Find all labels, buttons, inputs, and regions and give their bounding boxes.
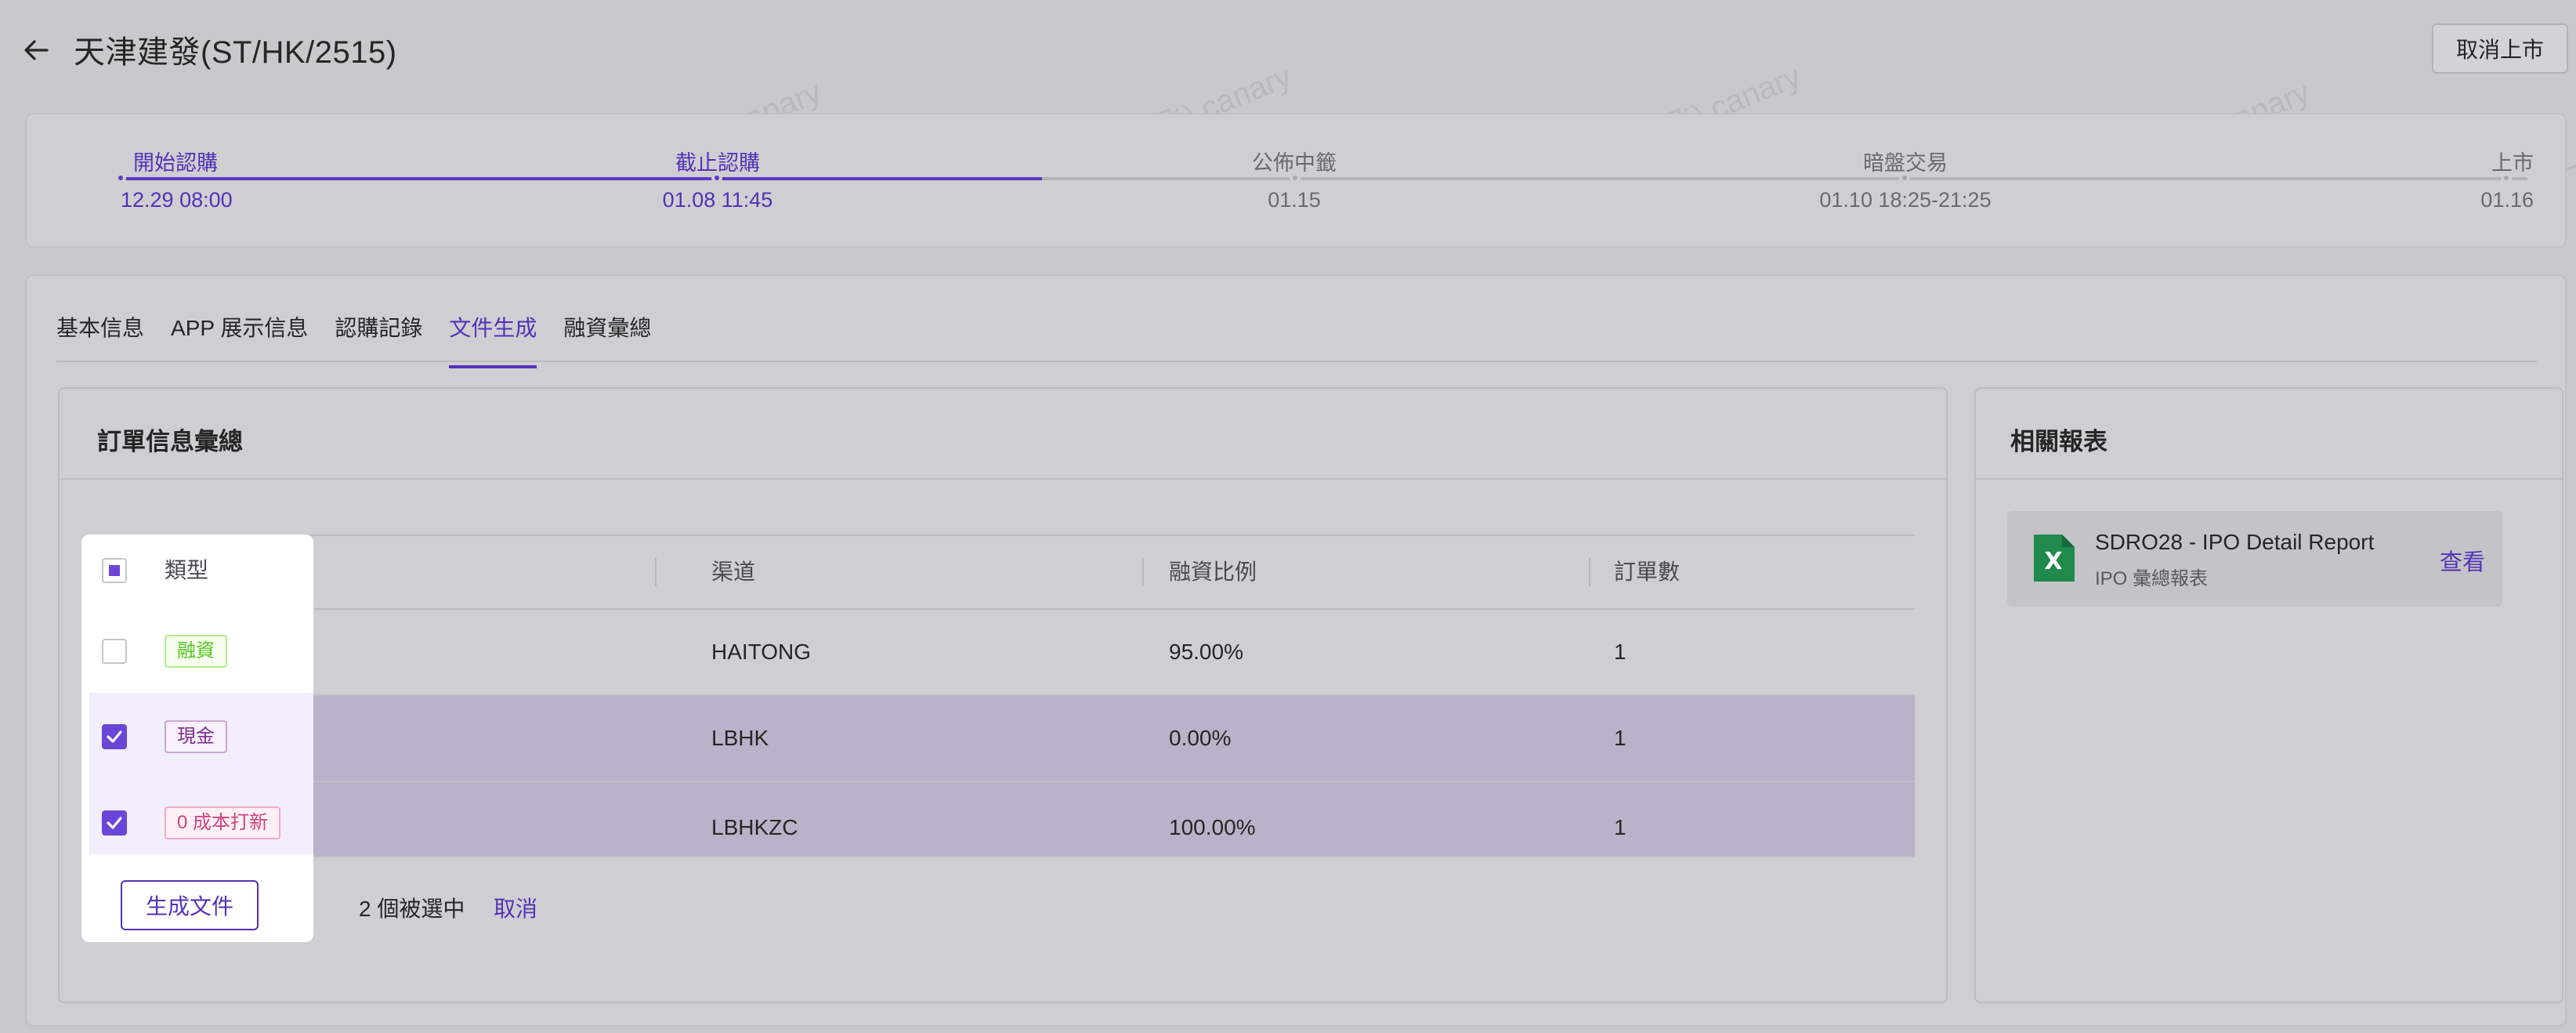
stage-label: 上市 <box>2491 151 2534 175</box>
cell-ratio: 95.00% <box>1169 640 1243 664</box>
orders-table: 類型 渠道 融資比例 訂單數 HAITONG 95.00% 1 LBHK 0.0… <box>89 535 1915 857</box>
ipo-timeline: 開始認購 12.29 08:00 截止認購 01.08 11:45 公佈中籤 0… <box>25 113 2567 248</box>
column-separator <box>1142 558 1144 586</box>
stage-time: 01.15 <box>1268 188 1321 212</box>
column-separator <box>1589 558 1590 586</box>
checkmark-icon <box>107 730 122 743</box>
report-item: X SDRO28 - IPO Detail Report IPO 彙總報表 查看 <box>2007 511 2502 607</box>
selected-count: 2 個被選中 <box>359 897 465 921</box>
panel-title: 相關報表 <box>2010 428 2107 455</box>
panel-title: 訂單信息彙總 <box>97 428 243 455</box>
tab-basic-info[interactable]: 基本信息 <box>56 309 144 368</box>
stage-label: 開始認購 <box>133 151 218 175</box>
cell-count: 1 <box>1614 640 1626 664</box>
select-all-checkbox[interactable] <box>102 558 127 583</box>
svg-text:X: X <box>2044 548 2062 575</box>
table-row[interactable]: LBHK 0.00% 1 <box>89 696 1915 782</box>
row-checkbox[interactable] <box>102 810 127 835</box>
generate-file-button[interactable]: 生成文件 <box>121 880 259 930</box>
orders-summary-panel: 訂單信息彙總 類型 渠道 融資比例 訂單數 HAITONG 95.00% 1 L… <box>58 387 1948 1003</box>
column-header-count: 訂單數 <box>1614 560 1681 584</box>
column-separator <box>655 558 657 586</box>
tab-app-display[interactable]: APP 展示信息 <box>171 309 308 368</box>
unlist-button[interactable]: 取消上市 <box>2432 24 2568 74</box>
type-tag: 0 成本打新 <box>165 806 281 839</box>
cell-count: 1 <box>1614 726 1626 750</box>
stage-label: 公佈中籤 <box>1252 151 1337 175</box>
timeline-pending-line <box>1042 177 2527 180</box>
type-tag: 融資 <box>165 635 227 668</box>
cell-channel: HAITONG <box>711 640 812 664</box>
type-tag: 現金 <box>165 720 227 753</box>
stage-label: 截止認購 <box>675 151 760 175</box>
tab-file-generation[interactable]: 文件生成 <box>449 309 537 368</box>
column-header-ratio: 融資比例 <box>1169 560 1257 584</box>
row-checkbox[interactable] <box>102 724 127 749</box>
checkmark-icon <box>107 817 122 829</box>
table-header: 類型 渠道 融資比例 訂單數 <box>89 535 1915 610</box>
tab-subscription-records[interactable]: 認購記錄 <box>335 309 422 368</box>
panel-divider <box>1976 478 2562 480</box>
back-arrow-icon[interactable] <box>20 34 52 66</box>
table-row[interactable]: LBHKZC 100.00% 1 <box>89 782 1915 857</box>
tab-bar: 基本信息 APP 展示信息 認購記錄 文件生成 融資彙總 <box>56 309 678 372</box>
column-header-type-label: 類型 <box>165 558 209 582</box>
view-report-link[interactable]: 查看 <box>2440 544 2485 577</box>
stage-label: 暗盤交易 <box>1863 151 1948 175</box>
tab-financing-summary[interactable]: 融資彙總 <box>563 309 651 368</box>
panel-divider <box>60 478 1946 480</box>
stage-time: 01.16 <box>2480 188 2534 212</box>
timeline-progress-line <box>121 177 1042 180</box>
table-row[interactable]: HAITONG 95.00% 1 <box>89 610 1915 696</box>
page-header: 天津建發(ST/HK/2515) 取消上市 <box>0 0 2576 98</box>
excel-icon: X <box>2034 535 2075 582</box>
stage-time: 01.08 11:45 <box>662 188 773 212</box>
cell-channel: LBHKZC <box>711 815 798 839</box>
cell-ratio: 0.00% <box>1169 726 1232 750</box>
stage-time: 01.10 18:25-21:25 <box>1819 188 1992 212</box>
report-name: SDRO28 - IPO Detail Report <box>2095 530 2375 554</box>
column-header-channel: 渠道 <box>711 560 756 584</box>
cell-channel: LBHK <box>711 726 769 750</box>
timeline-dot <box>115 172 126 183</box>
report-subtitle: IPO 彙總報表 <box>2095 568 2209 589</box>
page-title: 天津建發(ST/HK/2515) <box>74 35 397 70</box>
related-reports-panel: 相關報表 X SDRO28 - IPO Detail Report IPO 彙總… <box>1974 387 2563 1003</box>
tabs-divider <box>56 361 2537 362</box>
cell-count: 1 <box>1614 815 1626 839</box>
cancel-selection-link[interactable]: 取消 <box>494 892 537 923</box>
stage-time: 12.29 08:00 <box>121 188 233 212</box>
row-checkbox[interactable] <box>102 639 127 664</box>
cell-ratio: 100.00% <box>1169 815 1256 839</box>
